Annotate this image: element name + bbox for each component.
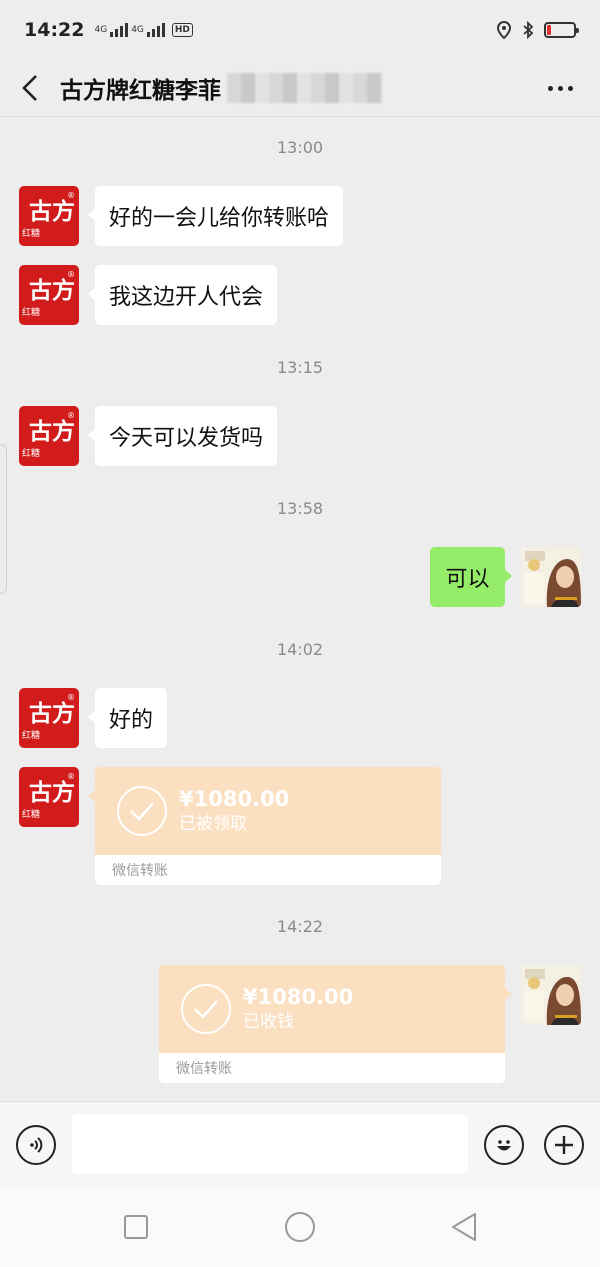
- logo-mark: ®: [67, 693, 75, 702]
- message-bubble[interactable]: 我这边开人代会: [87, 265, 278, 325]
- check-circle-icon: [117, 786, 167, 836]
- brand-logo-icon: 古方 红糖 ®: [22, 270, 75, 318]
- transfer-amount: ¥1080.00: [179, 787, 290, 811]
- my-avatar[interactable]: [521, 547, 581, 607]
- transfer-status: 已被领取: [179, 814, 247, 834]
- signal-bars-icon: [110, 23, 129, 37]
- avatar[interactable]: 古方 红糖 ®: [19, 186, 79, 246]
- status-bar: 14:22 4G 4G HD: [0, 0, 600, 60]
- avatar[interactable]: 古方 红糖 ®: [19, 767, 79, 827]
- logo-mark: ®: [67, 191, 75, 200]
- transfer-status: 已收钱: [243, 1012, 294, 1032]
- plus-icon: [555, 1136, 573, 1154]
- status-time: 14:22: [24, 19, 85, 41]
- transfer-body: ¥1080.00 已被领取: [88, 767, 441, 855]
- logo-sub: 红糖: [22, 808, 40, 820]
- chat-title: 古方牌红糖李菲: [60, 78, 221, 104]
- more-dots-icon: [547, 85, 553, 91]
- logo-mark: ®: [67, 772, 75, 781]
- square-icon: [124, 1215, 148, 1239]
- transfer-amount: ¥1080.00: [243, 985, 354, 1009]
- message-input[interactable]: [72, 1114, 468, 1174]
- logo-mark: ®: [67, 270, 75, 279]
- logo-sub: 红糖: [22, 447, 40, 459]
- recent-apps-button[interactable]: [120, 1211, 152, 1243]
- emoji-icon: [497, 1140, 511, 1151]
- location-icon: [496, 21, 512, 39]
- timestamp: 14:02: [276, 640, 324, 659]
- voice-icon: [30, 1137, 43, 1153]
- signal-indicator: 4G 4G HD: [94, 23, 193, 37]
- logo-sub: 红糖: [22, 729, 40, 741]
- network-type-1: 4G: [94, 25, 108, 35]
- transfer-card[interactable]: ¥1080.00 已被领取 微信转账: [88, 767, 441, 885]
- brand-logo-icon: 古方 红糖 ®: [22, 772, 75, 820]
- transfer-body: ¥1080.00 已收钱: [159, 965, 512, 1053]
- back-nav-button[interactable]: [448, 1211, 480, 1243]
- logo-sub: 红糖: [22, 306, 40, 318]
- hd-badge: HD: [171, 23, 193, 37]
- status-right: [496, 21, 579, 39]
- bluetooth-icon: [523, 21, 534, 39]
- chat-header: 古方牌红糖李菲: [0, 60, 600, 117]
- logo-main: 古方: [29, 418, 75, 445]
- back-button[interactable]: [0, 60, 60, 117]
- more-button[interactable]: [520, 60, 600, 117]
- avatar[interactable]: 古方 红糖 ®: [19, 265, 79, 325]
- voice-button[interactable]: [16, 1125, 56, 1165]
- sent-message-bubble[interactable]: 可以: [430, 547, 512, 607]
- transfer-footer: 微信转账: [95, 855, 441, 885]
- avatar[interactable]: 古方 红糖 ®: [19, 688, 79, 748]
- check-circle-icon: [181, 984, 231, 1034]
- input-bar: [0, 1101, 600, 1187]
- transfer-text: ¥1080.00 已收钱: [243, 984, 353, 1034]
- battery-level: [547, 25, 551, 35]
- chat-area[interactable]: 13:00 古方 红糖 ® 好的一会儿给你转账哈 古方 红糖 ® 我这边开人代会…: [0, 118, 600, 1101]
- redacted-name: [227, 73, 382, 103]
- avatar[interactable]: 古方 红糖 ®: [19, 406, 79, 466]
- message-bubble[interactable]: 好的一会儿给你转账哈: [87, 186, 344, 246]
- brand-logo-icon: 古方 红糖 ®: [22, 693, 75, 741]
- logo-sub: 红糖: [22, 227, 40, 239]
- message-bubble[interactable]: 好的: [87, 688, 168, 748]
- logo-main: 古方: [29, 700, 75, 727]
- more-dot: [557, 85, 563, 91]
- my-avatar[interactable]: [521, 965, 581, 1025]
- home-button[interactable]: [284, 1211, 316, 1243]
- chevron-left-icon: [22, 75, 37, 101]
- profile-photo-icon: [521, 965, 581, 1025]
- emoji-button[interactable]: [484, 1125, 524, 1165]
- logo-mark: ®: [67, 411, 75, 420]
- brand-logo-icon: 古方 红糖 ®: [22, 411, 75, 459]
- transfer-card[interactable]: ¥1080.00 已收钱 微信转账: [159, 965, 512, 1083]
- message-bubble[interactable]: 今天可以发货吗: [87, 406, 278, 466]
- circle-icon: [285, 1212, 315, 1242]
- signal-bars-icon: [146, 23, 165, 37]
- timestamp: 13:58: [276, 499, 324, 518]
- transfer-footer: 微信转账: [159, 1053, 505, 1083]
- logo-main: 古方: [29, 198, 75, 225]
- logo-main: 古方: [29, 277, 75, 304]
- system-nav-bar: [0, 1187, 600, 1267]
- battery-icon: [544, 22, 579, 38]
- timestamp: 14:22: [276, 917, 324, 936]
- network-type-2: 4G: [131, 25, 144, 35]
- timestamp: 13:00: [276, 138, 324, 157]
- profile-photo-icon: [521, 547, 581, 607]
- logo-main: 古方: [29, 779, 75, 806]
- timestamp: 13:15: [276, 358, 324, 377]
- transfer-text: ¥1080.00 已被领取: [179, 786, 289, 836]
- more-dot: [567, 85, 573, 91]
- add-button[interactable]: [544, 1125, 584, 1165]
- brand-logo-icon: 古方 红糖 ®: [22, 191, 75, 239]
- triangle-back-icon: [452, 1213, 476, 1241]
